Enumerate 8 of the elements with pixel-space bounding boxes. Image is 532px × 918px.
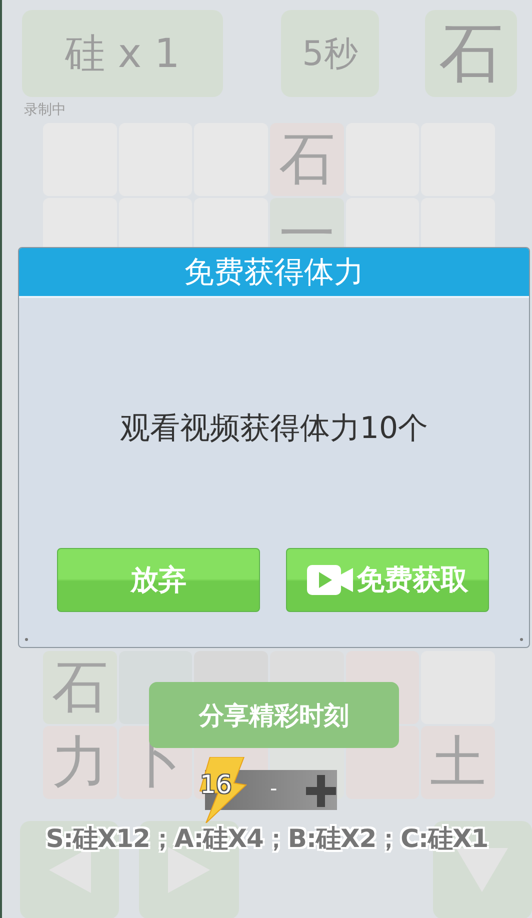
score-rules: S:硅X12；A:硅X4；B:硅X2；C:硅X1 <box>44 823 490 855</box>
energy-count: 16 <box>200 770 232 799</box>
recording-status: 录制中 <box>24 101 67 120</box>
dialog-title: 免费获得体力 <box>19 248 529 298</box>
target-tile: 石 <box>425 10 517 97</box>
element-counter: 硅 x 1 <box>22 10 223 97</box>
timer: 5秒 <box>281 10 379 97</box>
dialog-message: 观看视频获得体力10个 <box>118 410 430 448</box>
